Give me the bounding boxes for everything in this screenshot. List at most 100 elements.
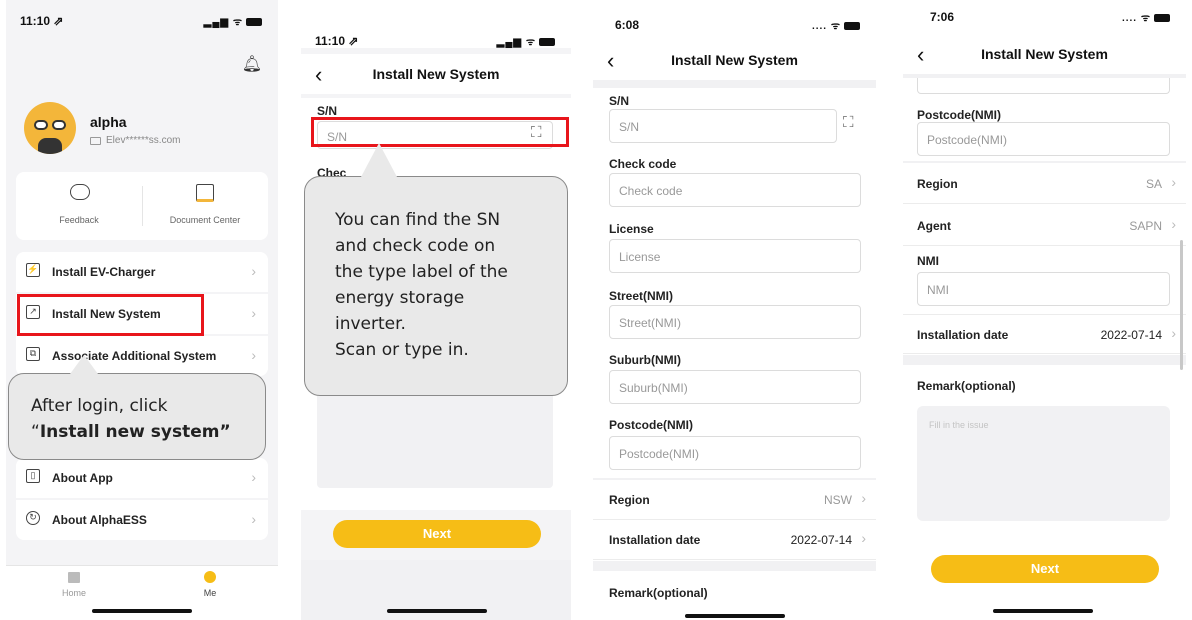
remark-label: Remark(optional): [609, 586, 708, 600]
status-bar: 6:08 .... ᯤ: [593, 0, 876, 32]
menu-install-ev-charger[interactable]: ⚡ Install EV-Charger ›: [16, 252, 268, 292]
signal-icon: ▂▄▆ ᯤ: [204, 14, 262, 28]
panel-form-full: 6:08 .... ᯤ ‹ Install New System S/N S/N…: [593, 0, 876, 620]
agent-label: Agent: [917, 219, 951, 233]
status-time: 11:10 ⇗: [315, 34, 359, 48]
installation-date-label: Installation date: [609, 533, 701, 547]
tab-me[interactable]: Me: [172, 570, 248, 604]
region-value: SA: [1145, 177, 1162, 191]
me-icon: [204, 571, 216, 583]
home-indicator: [685, 614, 785, 618]
chevron-right-icon: ›: [251, 469, 256, 485]
bell-icon[interactable]: 🔔︎: [242, 54, 262, 74]
home-icon: [68, 572, 80, 583]
remark-label: Remark(optional): [917, 379, 1016, 393]
callout-line: Scan or type in.: [335, 340, 469, 360]
suburb-input[interactable]: Suburb(NMI): [609, 370, 861, 404]
tab-home-label: Home: [61, 588, 86, 598]
region-row[interactable]: Region NSW ›: [593, 480, 876, 520]
document-center-label: Document Center: [169, 215, 241, 225]
callout-line-1: After login, click: [31, 396, 168, 416]
next-button[interactable]: Next: [333, 520, 541, 548]
region-row[interactable]: Region SA ›: [903, 164, 1186, 204]
status-time: 7:06: [930, 10, 955, 24]
callout-login: After login, click “Install new system”: [8, 373, 266, 460]
remark-textarea[interactable]: Fill in the issue: [917, 406, 1170, 521]
remark-area: [317, 392, 553, 488]
document-icon: [196, 184, 214, 202]
street-input[interactable]: Street(NMI): [609, 305, 861, 339]
scan-icon[interactable]: ⛶: [843, 114, 854, 131]
status-bar: 7:06 .... ᯤ: [903, 0, 1186, 30]
chevron-right-icon: ›: [1171, 325, 1176, 341]
highlight-sn-field: [311, 117, 569, 147]
chevron-right-icon: ›: [251, 263, 256, 279]
avatar: [24, 102, 76, 154]
remark-placeholder: Fill in the issue: [929, 420, 989, 430]
section-gap: [593, 561, 876, 571]
street-label: Street(NMI): [609, 289, 674, 303]
postcode-input[interactable]: Postcode(NMI): [609, 436, 861, 470]
suburb-label: Suburb(NMI): [609, 353, 681, 367]
section-gap: [903, 355, 1186, 365]
sn-input[interactable]: S/N: [609, 109, 837, 143]
callout-text: You can find the SN and check code on th…: [335, 207, 508, 363]
status-time: 11:10 ⇗: [20, 14, 64, 28]
postcode-input[interactable]: Postcode(NMI): [917, 122, 1170, 156]
menu-associate-additional-system[interactable]: ⧉ Associate Additional System ›: [16, 336, 268, 376]
signal-icon: .... ᯤ: [812, 18, 860, 32]
feedback-button[interactable]: Feedback: [16, 172, 142, 240]
tab-me-label: Me: [203, 588, 217, 598]
next-button[interactable]: Next: [931, 555, 1159, 583]
chevron-right-icon: ›: [861, 530, 866, 546]
tab-home[interactable]: Home: [36, 570, 112, 604]
agent-row[interactable]: Agent SAPN ›: [903, 206, 1186, 246]
menu-about-app[interactable]: ▯ About App ›: [16, 458, 268, 498]
previous-input-edge: [917, 78, 1170, 94]
menu-label: About AlphaESS: [52, 513, 147, 527]
panel-sn-entry: 11:10 ⇗ ▂▄▆ ᯤ ‹ Install New System S/N S…: [301, 0, 571, 620]
tab-bar: Home Me: [6, 565, 278, 620]
page-title: Install New System: [981, 46, 1108, 62]
document-center-button[interactable]: Document Center: [142, 172, 268, 240]
phone-icon: ▯: [26, 469, 40, 483]
license-input[interactable]: License: [609, 239, 861, 273]
callout-line: You can find the SN: [335, 210, 501, 230]
nmi-label: NMI: [917, 254, 939, 268]
region-value: NSW: [824, 493, 852, 507]
callout-line: energy storage: [335, 288, 465, 308]
installation-date-value: 2022-07-14: [1100, 328, 1162, 342]
callout-line: the type label of the: [335, 262, 508, 282]
alphaess-icon: ↻: [26, 511, 40, 525]
callout-quote: “: [31, 422, 40, 442]
installation-date-row[interactable]: Installation date 2022-07-14 ›: [903, 314, 1186, 354]
menu-about-alphaess[interactable]: ↻ About AlphaESS ›: [16, 500, 268, 540]
nav-bar: ‹ Install New System: [301, 54, 571, 94]
chevron-right-icon: ›: [251, 511, 256, 527]
scrollbar[interactable]: [1180, 240, 1183, 370]
nav-bar: ‹ Install New System: [903, 34, 1186, 74]
installation-date-label: Installation date: [917, 328, 1009, 342]
nmi-input[interactable]: NMI: [917, 272, 1170, 306]
mail-icon: [90, 137, 101, 145]
check-code-input[interactable]: Check code: [609, 173, 861, 207]
menu-label: Install EV-Charger: [52, 265, 156, 279]
shortcut-card: Feedback Document Center: [16, 172, 268, 240]
region-label: Region: [609, 493, 650, 507]
home-indicator: [92, 609, 192, 613]
chevron-right-icon: ›: [251, 305, 256, 321]
feedback-label: Feedback: [59, 215, 99, 225]
chevron-right-icon: ›: [1171, 174, 1176, 190]
chevron-right-icon: ›: [251, 347, 256, 363]
license-label: License: [609, 222, 654, 236]
chevron-right-icon: ›: [861, 490, 866, 506]
installation-date-value: 2022-07-14: [790, 533, 852, 547]
postcode-label: Postcode(NMI): [609, 418, 693, 432]
check-code-label: Check code: [609, 157, 677, 171]
sn-label: S/N: [609, 94, 630, 108]
callout-line: inverter.: [335, 314, 406, 334]
user-name: alpha: [90, 114, 127, 130]
section-gap: [903, 161, 1186, 163]
installation-date-row[interactable]: Installation date 2022-07-14 ›: [593, 520, 876, 560]
chevron-right-icon: ›: [1171, 216, 1176, 232]
